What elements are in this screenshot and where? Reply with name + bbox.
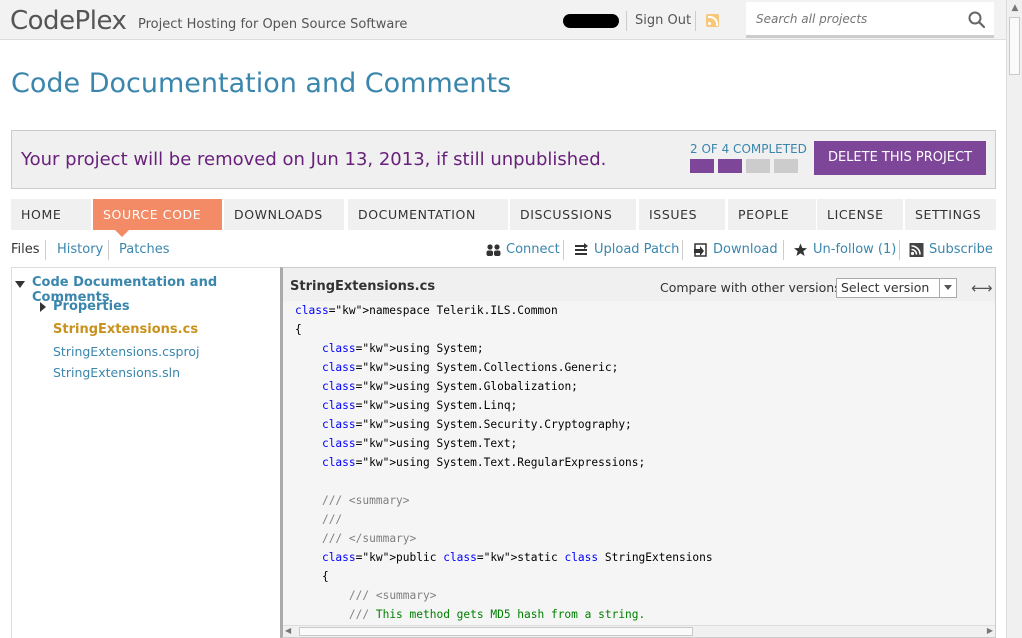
completion-progress-label: 2 OF 4 COMPLETED [690, 142, 807, 156]
code-line: /// </summary> [321, 532, 417, 545]
code-line: /// [321, 513, 343, 526]
subnav-files[interactable]: Files [11, 242, 40, 257]
code-horizontal-scrollbar[interactable]: ◀ ▶ [283, 625, 995, 637]
expand-arrow-icon[interactable] [15, 281, 25, 288]
scroll-left-arrow-icon[interactable]: ◀ [285, 626, 291, 635]
tab-people[interactable]: PEOPLE [728, 199, 816, 230]
code-filename: StringExtensions.cs [290, 279, 436, 294]
project-tabs: HOME SOURCE CODE DOWNLOADS DOCUMENTATION… [11, 199, 996, 237]
upload-patch-icon [575, 243, 588, 255]
subnav-divider [45, 240, 46, 260]
file-tree: Code Documentation and Comments Properti… [11, 267, 281, 638]
expand-width-icon[interactable]: ⟷ [971, 279, 993, 297]
star-icon [794, 243, 807, 256]
rss-icon [909, 243, 924, 257]
tab-documentation[interactable]: DOCUMENTATION [348, 199, 508, 230]
code-line: /// <summary> [321, 494, 410, 507]
code-line: /// <summary> [348, 589, 437, 602]
search-input[interactable] [746, 2, 956, 36]
code-line: class="kw">namespace Telerik.ILS.Common [295, 304, 558, 317]
code-line: /// This method gets MD5 hash from a str… [348, 608, 646, 621]
collapsed-arrow-icon[interactable] [40, 302, 46, 312]
scrollbar-thumb[interactable] [299, 627, 693, 636]
tab-source-code[interactable]: SOURCE CODE [93, 199, 222, 237]
code-line: class="kw">using System; [321, 342, 484, 355]
header-divider [626, 11, 627, 31]
progress-step [746, 159, 770, 173]
chevron-down-icon[interactable] [939, 279, 956, 297]
subscribe-link[interactable]: Subscribe [929, 242, 993, 257]
source-code-subnav: Files History Patches Connect Upload Pat… [11, 240, 996, 260]
code-line: class="kw">using System.Collections.Gene… [321, 361, 619, 374]
page-scrollbar[interactable]: ▲ [1006, 0, 1022, 638]
download-link[interactable]: Download [713, 242, 778, 257]
header-divider [695, 11, 696, 31]
subnav-patches[interactable]: Patches [119, 242, 169, 257]
tab-issues[interactable]: ISSUES [639, 199, 725, 230]
progress-step [690, 159, 714, 173]
code-line: class="kw">using System.Linq; [321, 399, 518, 412]
tree-folder-properties[interactable]: Properties [53, 299, 130, 314]
delete-project-button[interactable]: DELETE THIS PROJECT [814, 141, 986, 175]
tab-license[interactable]: LICENSE [817, 199, 903, 230]
search-box [746, 2, 994, 38]
subnav-divider [563, 240, 564, 260]
tab-discussions[interactable]: DISCUSSIONS [510, 199, 636, 230]
upload-patch-link[interactable]: Upload Patch [594, 242, 679, 257]
unfollow-link[interactable]: Un-follow (1) [813, 242, 896, 257]
username-redacted[interactable] [563, 14, 619, 28]
tree-file-selected[interactable]: StringExtensions.cs [53, 322, 198, 337]
site-tagline: Project Hosting for Open Source Software [138, 17, 408, 32]
tab-home[interactable]: HOME [11, 199, 91, 230]
code-line: { [295, 323, 302, 336]
subnav-divider [682, 240, 683, 260]
subnav-divider [783, 240, 784, 260]
top-bar: CodePlex Project Hosting for Open Source… [0, 0, 1006, 40]
scroll-right-arrow-icon[interactable]: ▶ [987, 626, 993, 635]
tree-file[interactable]: StringExtensions.csproj [53, 344, 199, 359]
code-content: class="kw">namespace Telerik.ILS.Common {… [295, 304, 985, 624]
compare-versions-label: Compare with other versions: [660, 280, 845, 295]
page-title: Code Documentation and Comments [11, 68, 512, 99]
scroll-up-arrow-icon[interactable]: ▲ [1007, 0, 1022, 16]
codeplex-logo[interactable]: CodePlex [10, 6, 127, 36]
code-viewer: StringExtensions.cs Compare with other v… [280, 267, 996, 638]
sign-out-link[interactable]: Sign Out [635, 13, 691, 28]
scrollbar-thumb[interactable] [1009, 17, 1020, 75]
tree-file[interactable]: StringExtensions.sln [53, 365, 180, 380]
connect-icon [486, 244, 501, 256]
code-viewer-header: StringExtensions.cs Compare with other v… [283, 268, 995, 301]
subnav-history[interactable]: History [57, 242, 103, 257]
rss-feed-icon[interactable] [706, 14, 719, 27]
download-icon [694, 243, 707, 257]
search-icon[interactable] [968, 11, 986, 29]
code-line: { [295, 570, 329, 583]
code-line: class="kw">using System.Text; [321, 437, 518, 450]
tab-settings[interactable]: SETTINGS [905, 199, 996, 230]
tab-downloads[interactable]: DOWNLOADS [224, 199, 344, 230]
code-line: class="kw">using System.Security.Cryptog… [321, 418, 632, 431]
connect-link[interactable]: Connect [506, 242, 560, 257]
unpublished-warning-banner: Your project will be removed on Jun 13, … [11, 130, 996, 189]
version-select[interactable]: Select version [836, 278, 957, 298]
removal-warning-message: Your project will be removed on Jun 13, … [21, 149, 607, 170]
code-line: class="kw">using System.Globalization; [321, 380, 578, 393]
code-line: class="kw">using System.Text.RegularExpr… [321, 456, 646, 469]
progress-step [774, 159, 798, 173]
code-line: class="kw">public class="kw">static clas… [321, 551, 713, 564]
progress-step [718, 159, 742, 173]
subnav-divider [108, 240, 109, 260]
version-select-value: Select version [841, 280, 930, 295]
subnav-divider [899, 240, 900, 260]
